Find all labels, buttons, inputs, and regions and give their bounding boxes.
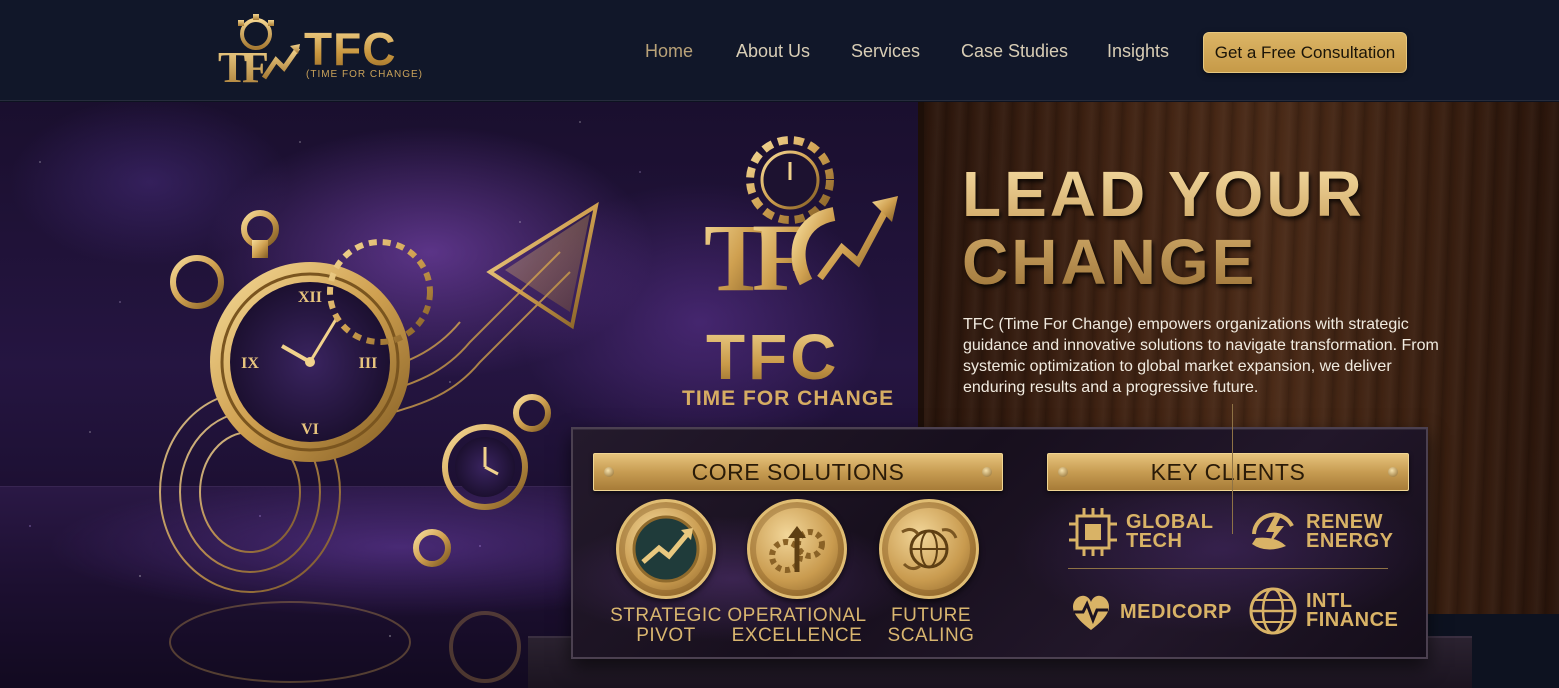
operational-excellence-medallion[interactable]	[747, 499, 847, 599]
screw-icon	[1058, 467, 1068, 477]
client-intl-finance[interactable]: INTL FINANCE	[1246, 584, 1398, 638]
key-clients-plaque: KEY CLIENTS	[1047, 453, 1409, 491]
hero-title: LEAD YOUR CHANGE	[962, 160, 1522, 296]
nav-home[interactable]: Home	[645, 41, 693, 62]
strategic-pivot-medallion[interactable]	[616, 499, 716, 599]
svg-text:F: F	[242, 43, 269, 90]
svg-text:IX: IX	[241, 355, 259, 372]
client-medicorp[interactable]: MEDICORP	[1068, 590, 1232, 634]
hero-title-line2: CHANGE	[962, 226, 1258, 298]
future-scaling-label: FUTURE SCALING	[887, 605, 975, 646]
leaf-bolt-icon	[1252, 512, 1294, 550]
globe-icon	[1249, 587, 1297, 635]
client-global-tech[interactable]: GLOBAL TECH	[1066, 506, 1213, 558]
svg-text:XII: XII	[298, 289, 322, 306]
hero-description: TFC (Time For Change) empowers organizat…	[963, 316, 1439, 396]
core-solutions-heading: CORE SOLUTIONS	[691, 458, 905, 485]
strategic-pivot-label: STRATEGIC PIVOT	[610, 605, 722, 646]
site-header: T F TFC (TIME FOR CHANGE) Home About Us …	[0, 0, 1559, 101]
hero-section: XII III VI IX T F TFC TIME FOR CHANGE LE…	[0, 102, 1559, 688]
screw-icon	[982, 467, 992, 477]
center-logo-tagline: TIME FOR CHANGE	[682, 387, 895, 410]
nav-about-us[interactable]: About Us	[736, 41, 810, 62]
brand-logo[interactable]: T F TFC (TIME FOR CHANGE)	[216, 12, 426, 90]
free-consultation-button[interactable]: Get a Free Consultation	[1203, 32, 1407, 73]
nav-services[interactable]: Services	[851, 41, 920, 62]
chip-icon	[1069, 508, 1117, 556]
operational-excellence-label: OPERATIONAL EXCELLENCE	[727, 605, 867, 646]
brand-name: TFC	[304, 23, 397, 75]
svg-text:III: III	[359, 355, 378, 372]
screw-icon	[604, 467, 614, 477]
center-logo-text: TFC	[706, 321, 840, 393]
future-scaling-medallion[interactable]	[879, 499, 979, 599]
key-clients-heading: KEY CLIENTS	[1150, 458, 1306, 485]
screw-icon	[1388, 467, 1398, 477]
growth-arrow-icon	[632, 515, 700, 583]
client-intl-finance-line2: FINANCE	[1306, 609, 1399, 631]
clients-divider-horizontal	[1068, 568, 1388, 569]
clients-divider-vertical	[1232, 404, 1233, 534]
heart-pulse-icon	[1072, 595, 1110, 630]
svg-text:VI: VI	[301, 421, 319, 438]
client-renew-energy[interactable]: RENEW ENERGY	[1246, 506, 1393, 558]
client-medicorp-label: MEDICORP	[1120, 600, 1232, 623]
globe-map-icon	[901, 527, 958, 571]
brand-tagline: (TIME FOR CHANGE)	[306, 69, 423, 80]
nav-case-studies[interactable]: Case Studies	[961, 41, 1068, 62]
hero-title-line1: LEAD YOUR	[962, 158, 1365, 230]
gears-arrow-icon	[769, 526, 825, 573]
nav-insights[interactable]: Insights	[1107, 41, 1169, 62]
core-solutions-plaque: CORE SOLUTIONS	[593, 453, 1003, 491]
client-global-tech-line2: TECH	[1126, 530, 1183, 552]
center-logo-emblem: T F	[704, 136, 898, 311]
client-renew-energy-line2: ENERGY	[1306, 530, 1394, 552]
tfc-gear-icon: T F	[218, 14, 301, 90]
